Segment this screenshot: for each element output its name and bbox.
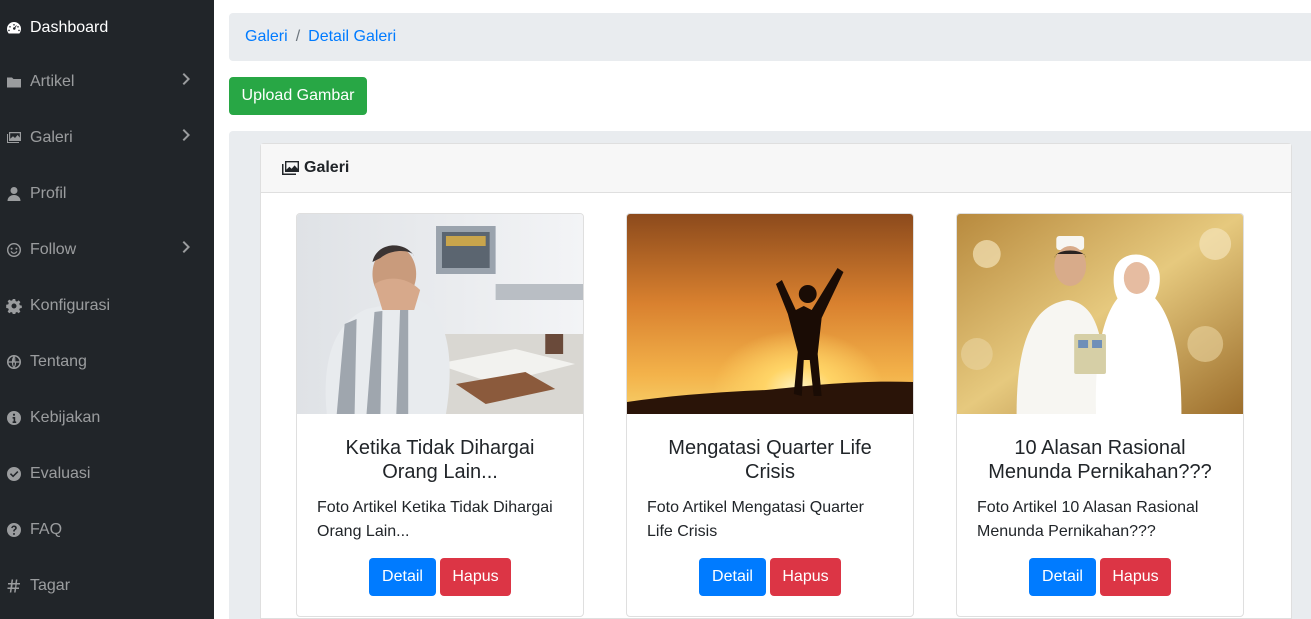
sidebar-item-label: Konfigurasi <box>30 297 111 314</box>
delete-button[interactable]: Hapus <box>440 558 511 596</box>
user-icon <box>6 186 22 202</box>
sidebar-item-kebijakan[interactable]: Kebijakan <box>0 390 214 446</box>
gallery-card: Ketika Tidak Dihargai Orang Lain... Foto… <box>296 213 584 617</box>
panel-header: Galeri <box>261 144 1291 193</box>
tachometer-icon <box>6 20 22 36</box>
gallery-card: Mengatasi Quarter Life Crisis Foto Artik… <box>626 213 914 617</box>
sidebar-item-label: Dashboard <box>30 19 109 36</box>
upload-image-button[interactable]: Upload Gambar <box>229 77 367 115</box>
hashtag-icon <box>6 578 22 594</box>
sidebar-item-artikel[interactable]: Artikel <box>0 54 214 110</box>
folder-icon <box>6 74 22 90</box>
card-title: Ketika Tidak Dihargai Orang Lain... <box>345 437 535 483</box>
sidebar-item-label: Profil <box>30 185 67 202</box>
images-icon <box>6 130 22 146</box>
detail-button[interactable]: Detail <box>369 558 436 596</box>
sidebar-item-dashboard[interactable]: Dashboard <box>0 0 214 56</box>
breadcrumb: Galeri / Detail Galeri <box>229 13 1311 61</box>
smile-icon <box>6 242 22 258</box>
sidebar-item-evaluasi[interactable]: Evaluasi <box>0 446 214 502</box>
detail-button[interactable]: Detail <box>1029 558 1096 596</box>
card-actions: Detail Hapus <box>627 558 913 596</box>
silhouette-sunset-photo[interactable] <box>627 214 913 414</box>
sidebar-item-follow[interactable]: Follow <box>0 222 214 278</box>
sidebar-item-tagar[interactable]: Tagar <box>0 558 214 614</box>
card-actions: Detail Hapus <box>957 558 1243 596</box>
gallery-card: 10 Alasan Rasional Menunda Pernikahan???… <box>956 213 1244 617</box>
sidebar: Dashboard Artikel Galeri Profil Follow K… <box>0 0 214 619</box>
globe-icon <box>6 354 22 370</box>
sidebar-item-faq[interactable]: FAQ <box>0 502 214 558</box>
card-title: 10 Alasan Rasional Menunda Pernikahan??? <box>988 437 1212 483</box>
delete-button[interactable]: Hapus <box>770 558 841 596</box>
sidebar-item-konfigurasi[interactable]: Konfigurasi <box>0 278 214 334</box>
sidebar-item-label: FAQ <box>30 521 63 538</box>
images-icon <box>282 161 299 175</box>
cog-icon <box>6 298 22 314</box>
panel-title: Galeri <box>304 159 350 176</box>
stressed-man-at-desk-photo[interactable] <box>297 214 583 414</box>
chevron-right-icon <box>182 72 194 88</box>
card-title: Mengatasi Quarter Life Crisis <box>668 437 872 483</box>
card-text: Foto Artikel Ketika Tidak Dihargai Orang… <box>317 499 553 540</box>
sidebar-item-tentang[interactable]: Tentang <box>0 334 214 390</box>
chevron-right-icon <box>182 128 194 144</box>
sidebar-item-galeri[interactable]: Galeri <box>0 110 214 166</box>
breadcrumb-separator: / <box>295 28 301 45</box>
wedding-couple-photo[interactable] <box>957 214 1243 414</box>
sidebar-item-label: Tentang <box>30 353 87 370</box>
question-circle-icon <box>6 522 22 538</box>
info-circle-icon <box>6 410 22 426</box>
card-actions: Detail Hapus <box>297 558 583 596</box>
sidebar-item-label: Kebijakan <box>30 409 101 426</box>
card-text: Foto Artikel Mengatasi Quarter Life Cris… <box>647 499 864 540</box>
card-text: Foto Artikel 10 Alasan Rasional Menunda … <box>977 499 1199 540</box>
breadcrumb-link-detail-galeri[interactable]: Detail Galeri <box>308 28 396 46</box>
detail-button[interactable]: Detail <box>699 558 766 596</box>
sidebar-item-label: Evaluasi <box>30 465 91 482</box>
delete-button[interactable]: Hapus <box>1100 558 1171 596</box>
sidebar-item-profil[interactable]: Profil <box>0 166 214 222</box>
check-circle-icon <box>6 466 22 482</box>
breadcrumb-link-galeri[interactable]: Galeri <box>245 28 288 46</box>
chevron-right-icon <box>182 240 194 256</box>
sidebar-item-label: Tagar <box>30 577 71 594</box>
